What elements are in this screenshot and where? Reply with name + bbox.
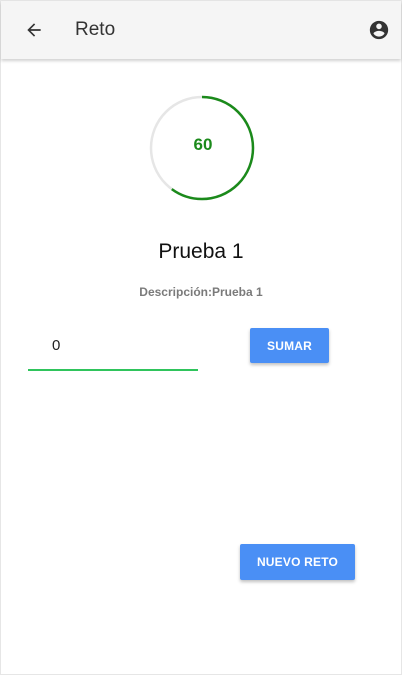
account-circle-icon: [369, 20, 389, 40]
sumar-button[interactable]: SUMAR: [250, 328, 329, 363]
challenge-description: Descripción:Prueba 1: [1, 285, 401, 299]
back-button[interactable]: [21, 17, 47, 43]
account-button[interactable]: [367, 18, 391, 42]
page-title: Reto: [75, 19, 116, 40]
progress-circle: 60: [149, 95, 257, 203]
description-value: Prueba 1: [211, 285, 263, 299]
arrow-left-icon: [27, 23, 41, 37]
progress-value: 60: [193, 135, 213, 154]
screen: Reto 60 Prueba 1 Descripción:Prueba 1 SU…: [0, 0, 402, 675]
app-bar: Reto: [1, 1, 401, 59]
nuevo-reto-button[interactable]: NUEVO RETO: [240, 544, 355, 580]
description-label: Descripción:: [139, 285, 212, 299]
amount-input[interactable]: [52, 337, 192, 354]
amount-field: [28, 329, 198, 371]
challenge-name: Prueba 1: [158, 240, 244, 263]
